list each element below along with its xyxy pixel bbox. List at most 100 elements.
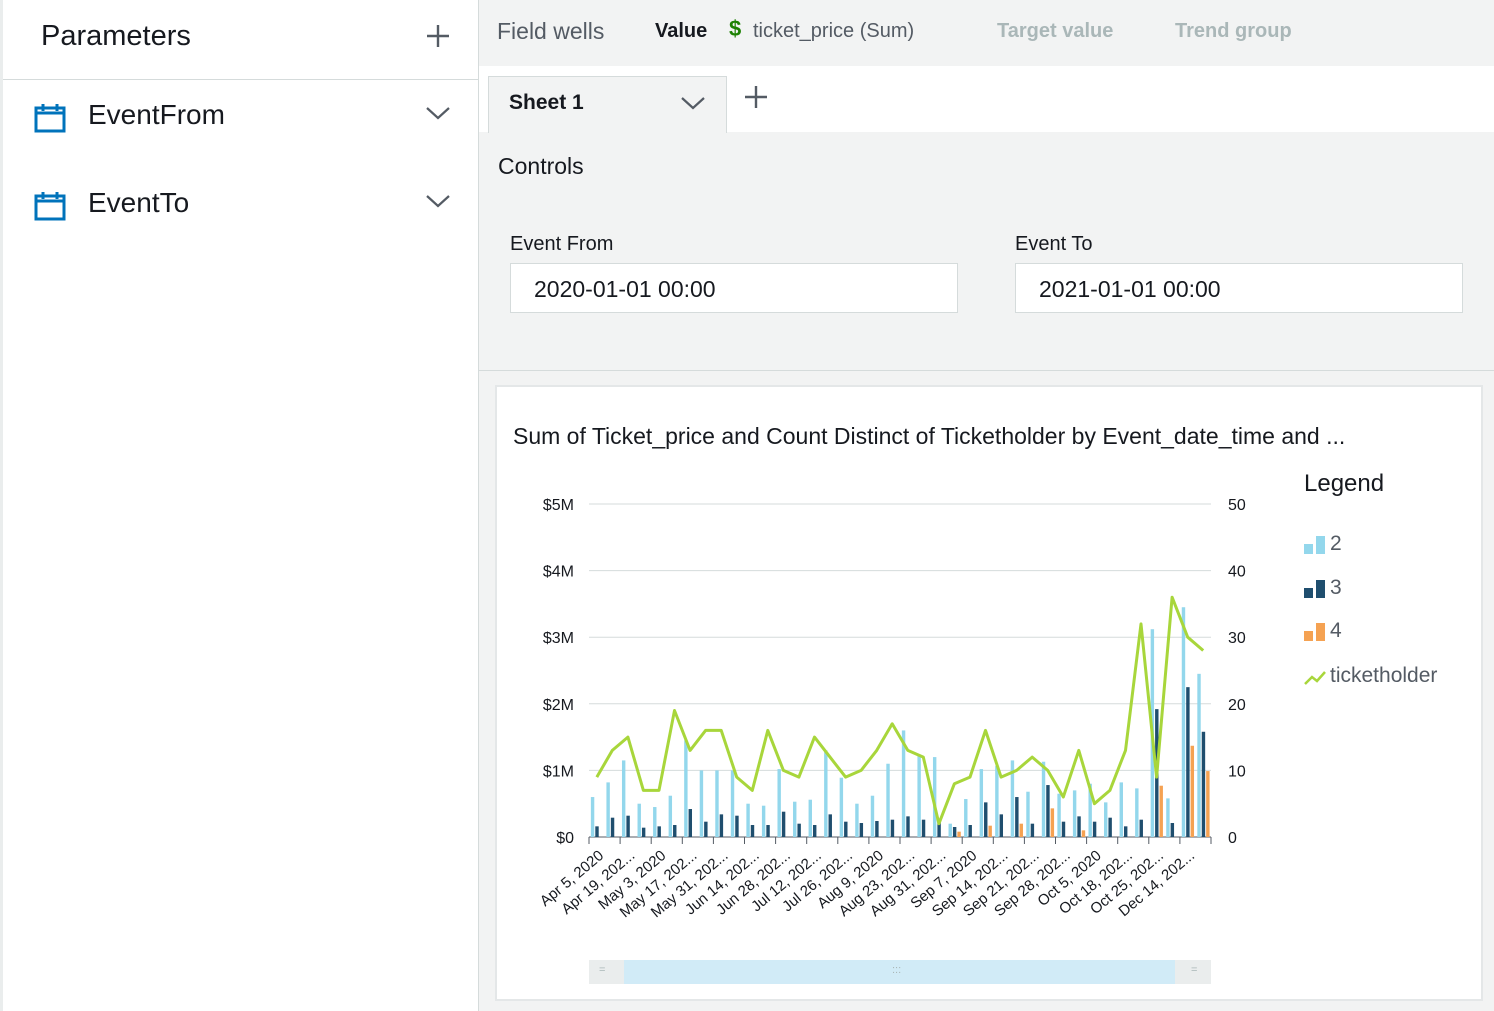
legend-item-ticketholder[interactable]: ticketholder (1304, 664, 1437, 688)
scroll-thumb[interactable]: ::: (624, 960, 1175, 984)
bar-series-2 (870, 795, 875, 837)
bar-series-3 (1170, 823, 1175, 837)
y-tick-label: $5M (543, 497, 574, 514)
field-wells-label[interactable]: Field wells (497, 18, 604, 45)
y-tick-label: $0 (556, 830, 574, 847)
legend-label: 2 (1330, 532, 1342, 555)
bar-series-2 (839, 777, 844, 837)
parameters-header: Parameters (3, 0, 478, 80)
bar-series-3 (952, 827, 957, 837)
bar-series-3 (595, 826, 599, 837)
y-tick-label: $4M (543, 564, 574, 581)
bar-series-2 (668, 795, 673, 837)
bar-series-2 (777, 769, 781, 837)
legend-title: Legend (1304, 470, 1385, 497)
bar-series-2 (715, 770, 719, 837)
bar-series-3 (735, 815, 739, 837)
bar-series-2 (637, 803, 641, 837)
value-field-pill[interactable]: ticket_price (Sum) (753, 20, 914, 43)
bar-series-3 (812, 825, 817, 837)
chevron-down-icon[interactable] (423, 103, 453, 123)
bar-series-3 (1030, 823, 1035, 837)
y-tick-label: $1M (543, 763, 574, 780)
controls-divider (479, 370, 1494, 371)
bar-series-3 (688, 809, 693, 837)
bar-series-2 (1197, 673, 1201, 837)
bar-series-3 (1077, 816, 1081, 837)
bar-series-2 (917, 755, 921, 837)
bar-series-3 (1201, 731, 1206, 837)
parameter-item-eventfrom[interactable]: EventFrom (3, 89, 478, 149)
bar-series-3 (641, 827, 646, 837)
bar-series-3 (968, 825, 972, 837)
value-well-label: Value (655, 20, 708, 42)
bar-series-3 (875, 821, 879, 837)
bar-series-3 (781, 811, 786, 837)
bar-series-2 (746, 803, 750, 837)
scroll-grip-icon: ::: (892, 964, 902, 976)
bar-series-3 (890, 819, 895, 837)
tab-sheet-1[interactable]: Sheet 1 (488, 76, 727, 133)
bar-series-3 (1139, 819, 1143, 837)
bar-series-3 (844, 821, 848, 837)
scroll-grip-icon: = (599, 964, 606, 976)
bar-series-2 (1057, 793, 1061, 837)
bar-series-2 (1072, 790, 1077, 837)
bar-series-2 (590, 797, 595, 837)
calendar-icon (34, 104, 66, 133)
bar-series-2 (684, 740, 688, 837)
chevron-down-icon[interactable] (423, 191, 453, 211)
event-from-input[interactable]: 2020-01-01 00:00 (510, 263, 958, 313)
parameter-item-eventto[interactable]: EventTo (3, 177, 478, 237)
analysis-workspace: Field wells Value $ ticket_price (Sum) T… (479, 0, 1494, 1011)
add-parameter-button[interactable] (423, 20, 453, 58)
bar-series-2 (964, 799, 968, 837)
legend-item-4[interactable]: 4 (1304, 619, 1342, 643)
add-sheet-button[interactable] (741, 84, 771, 116)
line-swatch-icon (1304, 671, 1326, 685)
bar-series-3 (673, 825, 677, 837)
bar-series-4 (1159, 785, 1163, 837)
bar-series-4 (988, 825, 992, 837)
parameter-name: EventTo (88, 187, 190, 218)
bar-series-4 (1206, 771, 1210, 837)
bar-series-4 (1019, 823, 1023, 837)
bar-series-3 (750, 825, 755, 837)
bar-series-3 (1015, 797, 1019, 837)
legend-item-3[interactable]: 3 (1304, 576, 1342, 600)
bar-series-3 (984, 802, 988, 837)
bar-series-3 (999, 814, 1004, 837)
bar-series-2 (855, 803, 859, 837)
bar-series-3 (828, 814, 832, 837)
chevron-down-icon[interactable] (679, 93, 707, 113)
legend-label: 3 (1330, 576, 1342, 599)
y2-tick-label: 0 (1228, 830, 1237, 847)
chart-visual[interactable]: Sum of Ticket_price and Count Distinct o… (495, 385, 1483, 1001)
field-wells-bar[interactable]: Field wells Value $ ticket_price (Sum) T… (479, 0, 1494, 67)
bar-series-2 (1135, 788, 1139, 837)
bar-series-3 (1186, 687, 1190, 837)
bar-series-2 (1181, 607, 1186, 837)
event-to-input[interactable]: 2021-01-01 00:00 (1015, 263, 1463, 313)
plus-icon (427, 25, 449, 47)
bar-swatch-icon (1304, 536, 1325, 554)
chart-scrollbar[interactable]: = ::: = (589, 960, 1211, 984)
parameters-title: Parameters (41, 20, 191, 52)
bar-series-2 (995, 765, 999, 837)
event-to-label: Event To (1015, 233, 1093, 255)
target-value-well[interactable]: Target value (997, 20, 1113, 43)
trend-group-well[interactable]: Trend group (1175, 20, 1292, 43)
bar-series-3 (921, 819, 926, 837)
dollar-icon: $ (729, 16, 742, 41)
bar-series-2 (948, 823, 952, 837)
legend-item-2[interactable]: 2 (1304, 532, 1342, 556)
bar-series-3 (704, 821, 708, 837)
bar-series-4 (957, 831, 961, 837)
bar-series-3 (1061, 821, 1066, 837)
sheet-tab-label: Sheet 1 (509, 91, 584, 114)
bar-swatch-icon (1304, 623, 1325, 641)
y-tick-label: $2M (543, 697, 574, 714)
y2-tick-label: 40 (1228, 564, 1246, 581)
parameter-name: EventFrom (88, 99, 225, 130)
bar-series-2 (1119, 782, 1123, 837)
